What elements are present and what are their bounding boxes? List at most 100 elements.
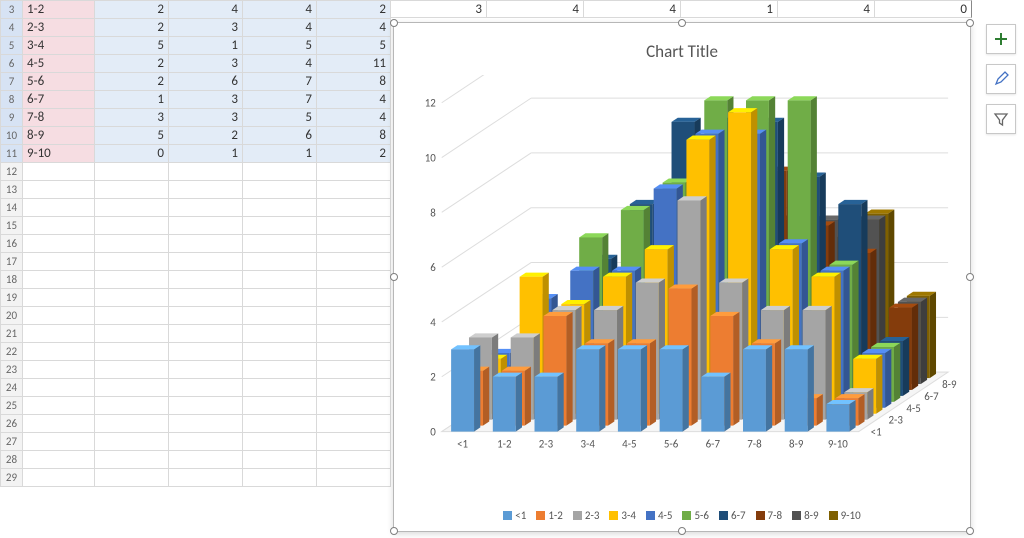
table-row[interactable]: 86-71374 bbox=[1, 91, 391, 109]
cell[interactable] bbox=[243, 451, 317, 469]
cell[interactable] bbox=[243, 307, 317, 325]
resize-handle-nw[interactable] bbox=[390, 19, 398, 27]
table-row[interactable]: 14 bbox=[1, 199, 391, 217]
row-header[interactable]: 29 bbox=[1, 469, 23, 487]
cell[interactable] bbox=[243, 199, 317, 217]
cell[interactable]: 2 bbox=[95, 55, 169, 73]
legend-item[interactable]: 3-4 bbox=[609, 509, 636, 522]
cell[interactable] bbox=[95, 469, 169, 487]
cell[interactable]: 2 bbox=[317, 1, 391, 19]
row-header[interactable]: 8 bbox=[1, 91, 23, 109]
resize-handle-w[interactable] bbox=[390, 273, 398, 281]
cell[interactable]: 7 bbox=[243, 91, 317, 109]
row-header[interactable]: 27 bbox=[1, 433, 23, 451]
cell[interactable]: 2 bbox=[169, 127, 243, 145]
cell[interactable]: 4 bbox=[584, 0, 681, 18]
cell[interactable] bbox=[317, 361, 391, 379]
cell[interactable] bbox=[169, 307, 243, 325]
cell[interactable]: 2 bbox=[95, 73, 169, 91]
cell[interactable]: 2-3 bbox=[23, 19, 95, 37]
cell[interactable]: 1 bbox=[681, 0, 778, 18]
resize-handle-e[interactable] bbox=[966, 273, 974, 281]
table-row[interactable]: 13 bbox=[1, 181, 391, 199]
cell[interactable] bbox=[243, 289, 317, 307]
cell[interactable] bbox=[23, 361, 95, 379]
cell[interactable] bbox=[95, 343, 169, 361]
cell[interactable] bbox=[243, 235, 317, 253]
cell[interactable] bbox=[169, 217, 243, 235]
row-header[interactable]: 11 bbox=[1, 145, 23, 163]
cell[interactable]: 5 bbox=[95, 127, 169, 145]
table-row[interactable]: 21 bbox=[1, 325, 391, 343]
cell[interactable] bbox=[169, 163, 243, 181]
cell[interactable] bbox=[243, 433, 317, 451]
cell[interactable] bbox=[317, 235, 391, 253]
cell[interactable] bbox=[317, 163, 391, 181]
cell[interactable] bbox=[243, 415, 317, 433]
cell[interactable] bbox=[23, 397, 95, 415]
resize-handle-se[interactable] bbox=[966, 527, 974, 535]
chart-elements-button[interactable] bbox=[986, 24, 1016, 54]
row-header[interactable]: 4 bbox=[1, 19, 23, 37]
cell[interactable] bbox=[243, 379, 317, 397]
cell[interactable] bbox=[95, 451, 169, 469]
cell[interactable] bbox=[23, 325, 95, 343]
cell[interactable] bbox=[23, 271, 95, 289]
cell[interactable]: 1 bbox=[95, 91, 169, 109]
cell[interactable] bbox=[317, 469, 391, 487]
cell[interactable] bbox=[95, 415, 169, 433]
row-header[interactable]: 15 bbox=[1, 217, 23, 235]
cell[interactable]: 5-6 bbox=[23, 73, 95, 91]
table-row[interactable]: 15 bbox=[1, 217, 391, 235]
cell[interactable] bbox=[169, 343, 243, 361]
cell[interactable] bbox=[23, 307, 95, 325]
resize-handle-ne[interactable] bbox=[966, 19, 974, 27]
cell[interactable]: 4 bbox=[169, 1, 243, 19]
cell[interactable]: 8-9 bbox=[23, 127, 95, 145]
cell[interactable] bbox=[95, 361, 169, 379]
cell[interactable] bbox=[317, 253, 391, 271]
row-header[interactable]: 12 bbox=[1, 163, 23, 181]
cell[interactable] bbox=[95, 271, 169, 289]
cell[interactable]: 4 bbox=[243, 1, 317, 19]
legend-item[interactable]: <1 bbox=[503, 509, 526, 522]
table-row[interactable]: 16 bbox=[1, 235, 391, 253]
cell[interactable]: 3 bbox=[169, 109, 243, 127]
chart-title[interactable]: Chart Title bbox=[394, 41, 970, 62]
row-header[interactable]: 19 bbox=[1, 289, 23, 307]
cell[interactable] bbox=[243, 217, 317, 235]
cell[interactable]: 1 bbox=[169, 37, 243, 55]
cell[interactable]: 4 bbox=[778, 0, 875, 18]
row-header[interactable]: 25 bbox=[1, 397, 23, 415]
legend-item[interactable]: 9-10 bbox=[829, 509, 861, 522]
table-row[interactable]: 53-45155 bbox=[1, 37, 391, 55]
cell[interactable] bbox=[95, 433, 169, 451]
cell[interactable] bbox=[243, 181, 317, 199]
cell[interactable] bbox=[23, 289, 95, 307]
cell[interactable]: 3 bbox=[95, 109, 169, 127]
cell[interactable] bbox=[23, 217, 95, 235]
cell[interactable] bbox=[317, 397, 391, 415]
chart-styles-button[interactable] bbox=[986, 64, 1016, 94]
row-header[interactable]: 26 bbox=[1, 415, 23, 433]
cell[interactable] bbox=[23, 433, 95, 451]
cell[interactable]: 6-7 bbox=[23, 91, 95, 109]
cell[interactable] bbox=[95, 307, 169, 325]
cell[interactable]: 9-10 bbox=[23, 145, 95, 163]
cell[interactable] bbox=[317, 181, 391, 199]
cell[interactable] bbox=[95, 253, 169, 271]
cell[interactable] bbox=[243, 271, 317, 289]
table-row[interactable]: 97-83354 bbox=[1, 109, 391, 127]
cell[interactable] bbox=[23, 379, 95, 397]
table-row[interactable]: 31-22442 bbox=[1, 1, 391, 19]
table-row[interactable]: 18 bbox=[1, 271, 391, 289]
cell[interactable] bbox=[317, 451, 391, 469]
cell[interactable] bbox=[317, 217, 391, 235]
cell[interactable]: 5 bbox=[243, 109, 317, 127]
cell[interactable] bbox=[169, 415, 243, 433]
row-header[interactable]: 13 bbox=[1, 181, 23, 199]
cell[interactable] bbox=[23, 343, 95, 361]
row-header[interactable]: 10 bbox=[1, 127, 23, 145]
cell[interactable] bbox=[317, 325, 391, 343]
cell[interactable] bbox=[169, 469, 243, 487]
